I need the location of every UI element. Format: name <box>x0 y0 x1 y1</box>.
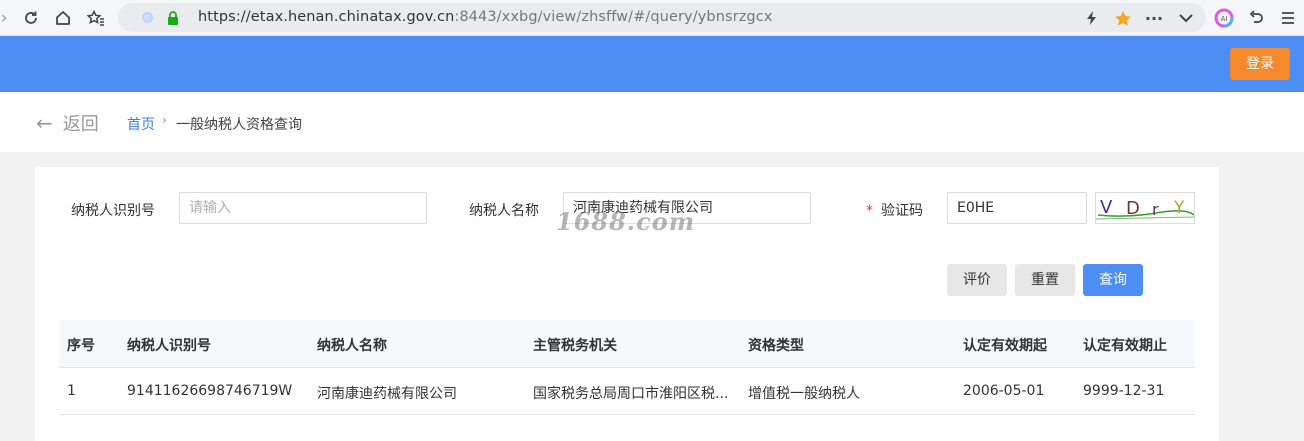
column-header-tax-authority: 主管税务机关 <box>533 338 617 354</box>
taxpayer-id-input[interactable]: 请输入 <box>179 192 427 224</box>
cell-tax-authority: 国家税务总局周口市淮阳区税... <box>533 386 729 402</box>
lock-icon[interactable] <box>167 10 179 25</box>
url-domain: https://etax.henan.chinatax.gov.cn <box>198 9 455 25</box>
arrow-left-icon: ← <box>36 111 53 135</box>
captcha-image[interactable]: V D r Y <box>1095 192 1195 224</box>
cell-taxpayer-id: 91411626698746719W <box>127 383 293 399</box>
cell-index: 1 <box>67 383 76 399</box>
captcha-char: D <box>1126 198 1140 219</box>
column-header-qualification-type: 资格类型 <box>748 338 804 354</box>
more-icon[interactable]: ··· <box>1142 6 1166 30</box>
chevron-down-icon[interactable] <box>1174 6 1198 30</box>
cell-taxpayer-name: 河南康迪药械有限公司 <box>317 386 457 402</box>
taxpayer-id-label: 纳税人识别号 <box>71 203 155 219</box>
breadcrumb-bar: ← 返回 首页 › 一般纳税人资格查询 <box>0 92 1304 152</box>
captcha-input[interactable]: E0HE <box>947 192 1087 224</box>
svg-text:AI: AI <box>1221 16 1228 23</box>
query-button[interactable]: 查询 <box>1083 264 1143 296</box>
login-button[interactable]: 登录 <box>1230 48 1290 80</box>
favorite-star-icon[interactable] <box>1111 6 1135 30</box>
home-icon[interactable] <box>51 6 75 30</box>
forward-icon[interactable]: › <box>0 6 16 30</box>
captcha-label: * 验证码 <box>866 200 923 220</box>
table-row[interactable]: 1 91411626698746719W 河南康迪药械有限公司 国家税务总局周口… <box>59 367 1195 415</box>
column-header-taxpayer-name: 纳税人名称 <box>317 338 387 354</box>
lightning-icon[interactable] <box>1080 6 1104 30</box>
required-mark: * <box>866 203 873 219</box>
watermark-text: 1688.com <box>556 207 696 236</box>
column-header-taxpayer-id: 纳税人识别号 <box>127 338 211 354</box>
captcha-label-text: 验证码 <box>881 203 923 219</box>
breadcrumb-separator: › <box>162 113 167 127</box>
table-header: 序号 纳税人识别号 纳税人名称 主管税务机关 资格类型 认定有效期起 认定有效期… <box>59 320 1195 367</box>
address-bar[interactable]: https://etax.henan.chinatax.gov.cn:8443/… <box>118 3 1206 32</box>
undo-icon[interactable] <box>1244 6 1268 30</box>
captcha-char: V <box>1100 197 1113 218</box>
cell-valid-to: 9999-12-31 <box>1083 383 1165 399</box>
breadcrumb-home-link[interactable]: 首页 <box>127 114 155 134</box>
back-label: 返回 <box>62 114 99 135</box>
cell-qualification-type: 增值税一般纳税人 <box>748 386 860 402</box>
browser-toolbar: › https://etax.henan.chinatax.gov.cn:844… <box>0 0 1304 36</box>
back-button[interactable]: ← 返回 <box>36 110 99 136</box>
evaluate-button[interactable]: 评价 <box>947 264 1007 296</box>
shield-icon <box>142 12 153 23</box>
ai-icon[interactable]: AI <box>1212 6 1236 30</box>
column-header-valid-to: 认定有效期止 <box>1083 338 1167 354</box>
column-header-index: 序号 <box>67 338 95 354</box>
reset-button[interactable]: 重置 <box>1015 264 1075 296</box>
cell-valid-from: 2006-05-01 <box>963 383 1045 399</box>
url-text: https://etax.henan.chinatax.gov.cn:8443/… <box>198 9 772 25</box>
site-header: 登录 <box>0 36 1304 92</box>
captcha-char: Y <box>1173 198 1185 218</box>
breadcrumb-current: 一般纳税人资格查询 <box>176 117 302 133</box>
captcha-char: r <box>1152 200 1159 219</box>
bookmark-star-icon[interactable] <box>84 6 108 30</box>
taxpayer-name-label: 纳税人名称 <box>469 203 539 219</box>
menu-icon[interactable] <box>1276 6 1300 30</box>
url-path: :8443/xxbg/view/zhsffw/#/query/ybnsrzgcx <box>454 9 773 25</box>
column-header-valid-from: 认定有效期起 <box>963 338 1047 354</box>
refresh-icon[interactable] <box>19 6 43 30</box>
